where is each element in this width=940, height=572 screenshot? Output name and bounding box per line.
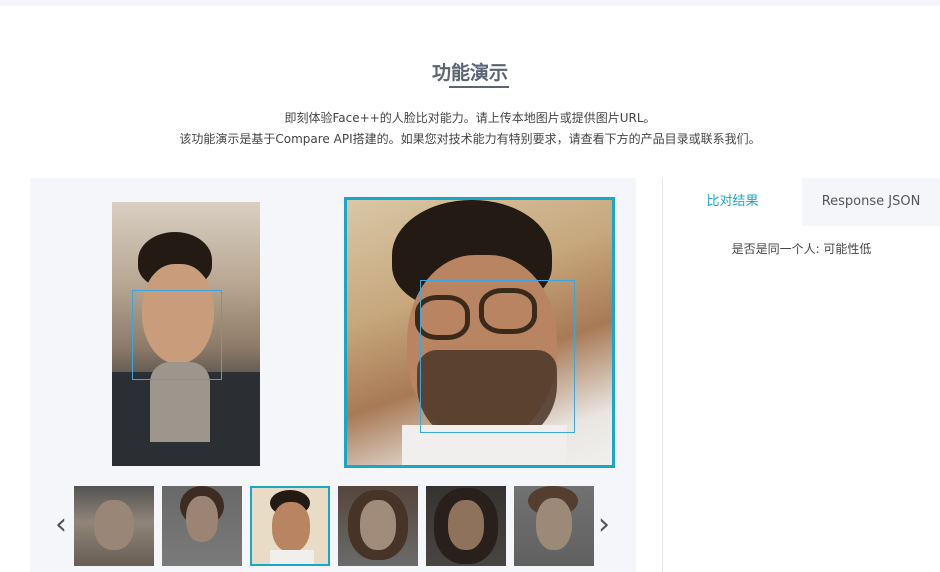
thumb-overlay [338,486,418,566]
face-detection-box [420,280,575,433]
compare-result-text: 是否是同一个人: 可能性低 [731,242,872,256]
tab-response-json[interactable]: Response JSON [802,178,940,226]
next-arrow-icon[interactable]: › [598,510,610,540]
title-underline [449,86,509,88]
thumbnail-young-woman[interactable] [338,486,418,566]
tab-compare-result[interactable]: 比对结果 [663,178,802,226]
panel-divider [662,178,663,572]
left-photo[interactable] [112,202,260,466]
thumb-face [272,502,310,552]
section-title: 功能演示 [431,62,508,84]
description-line-2: 该功能演示是基于Compare API搭建的。如果您对技术能力有特别要求，请查看… [179,132,761,146]
thumb-overlay [74,486,154,566]
right-photo[interactable] [344,197,615,468]
thumbnail-woman[interactable] [162,486,242,566]
thumbnail-bearded-man[interactable] [250,486,330,566]
description-line-1: 即刻体验Face++的人脸比对能力。请上传本地图片或提供图片URL。 [284,111,656,125]
face-detection-box [132,290,222,380]
thumb-overlay [426,486,506,566]
thumb-overlay [514,486,594,566]
top-bar [0,0,940,6]
thumbnail-woman-hand[interactable] [514,486,594,566]
thumbnail-elderly-man[interactable] [74,486,154,566]
thumb-overlay [162,486,242,566]
prev-arrow-icon[interactable]: ‹ [55,510,67,540]
thumb-shirt [270,550,314,564]
thumbnail-laughing-woman[interactable] [426,486,506,566]
